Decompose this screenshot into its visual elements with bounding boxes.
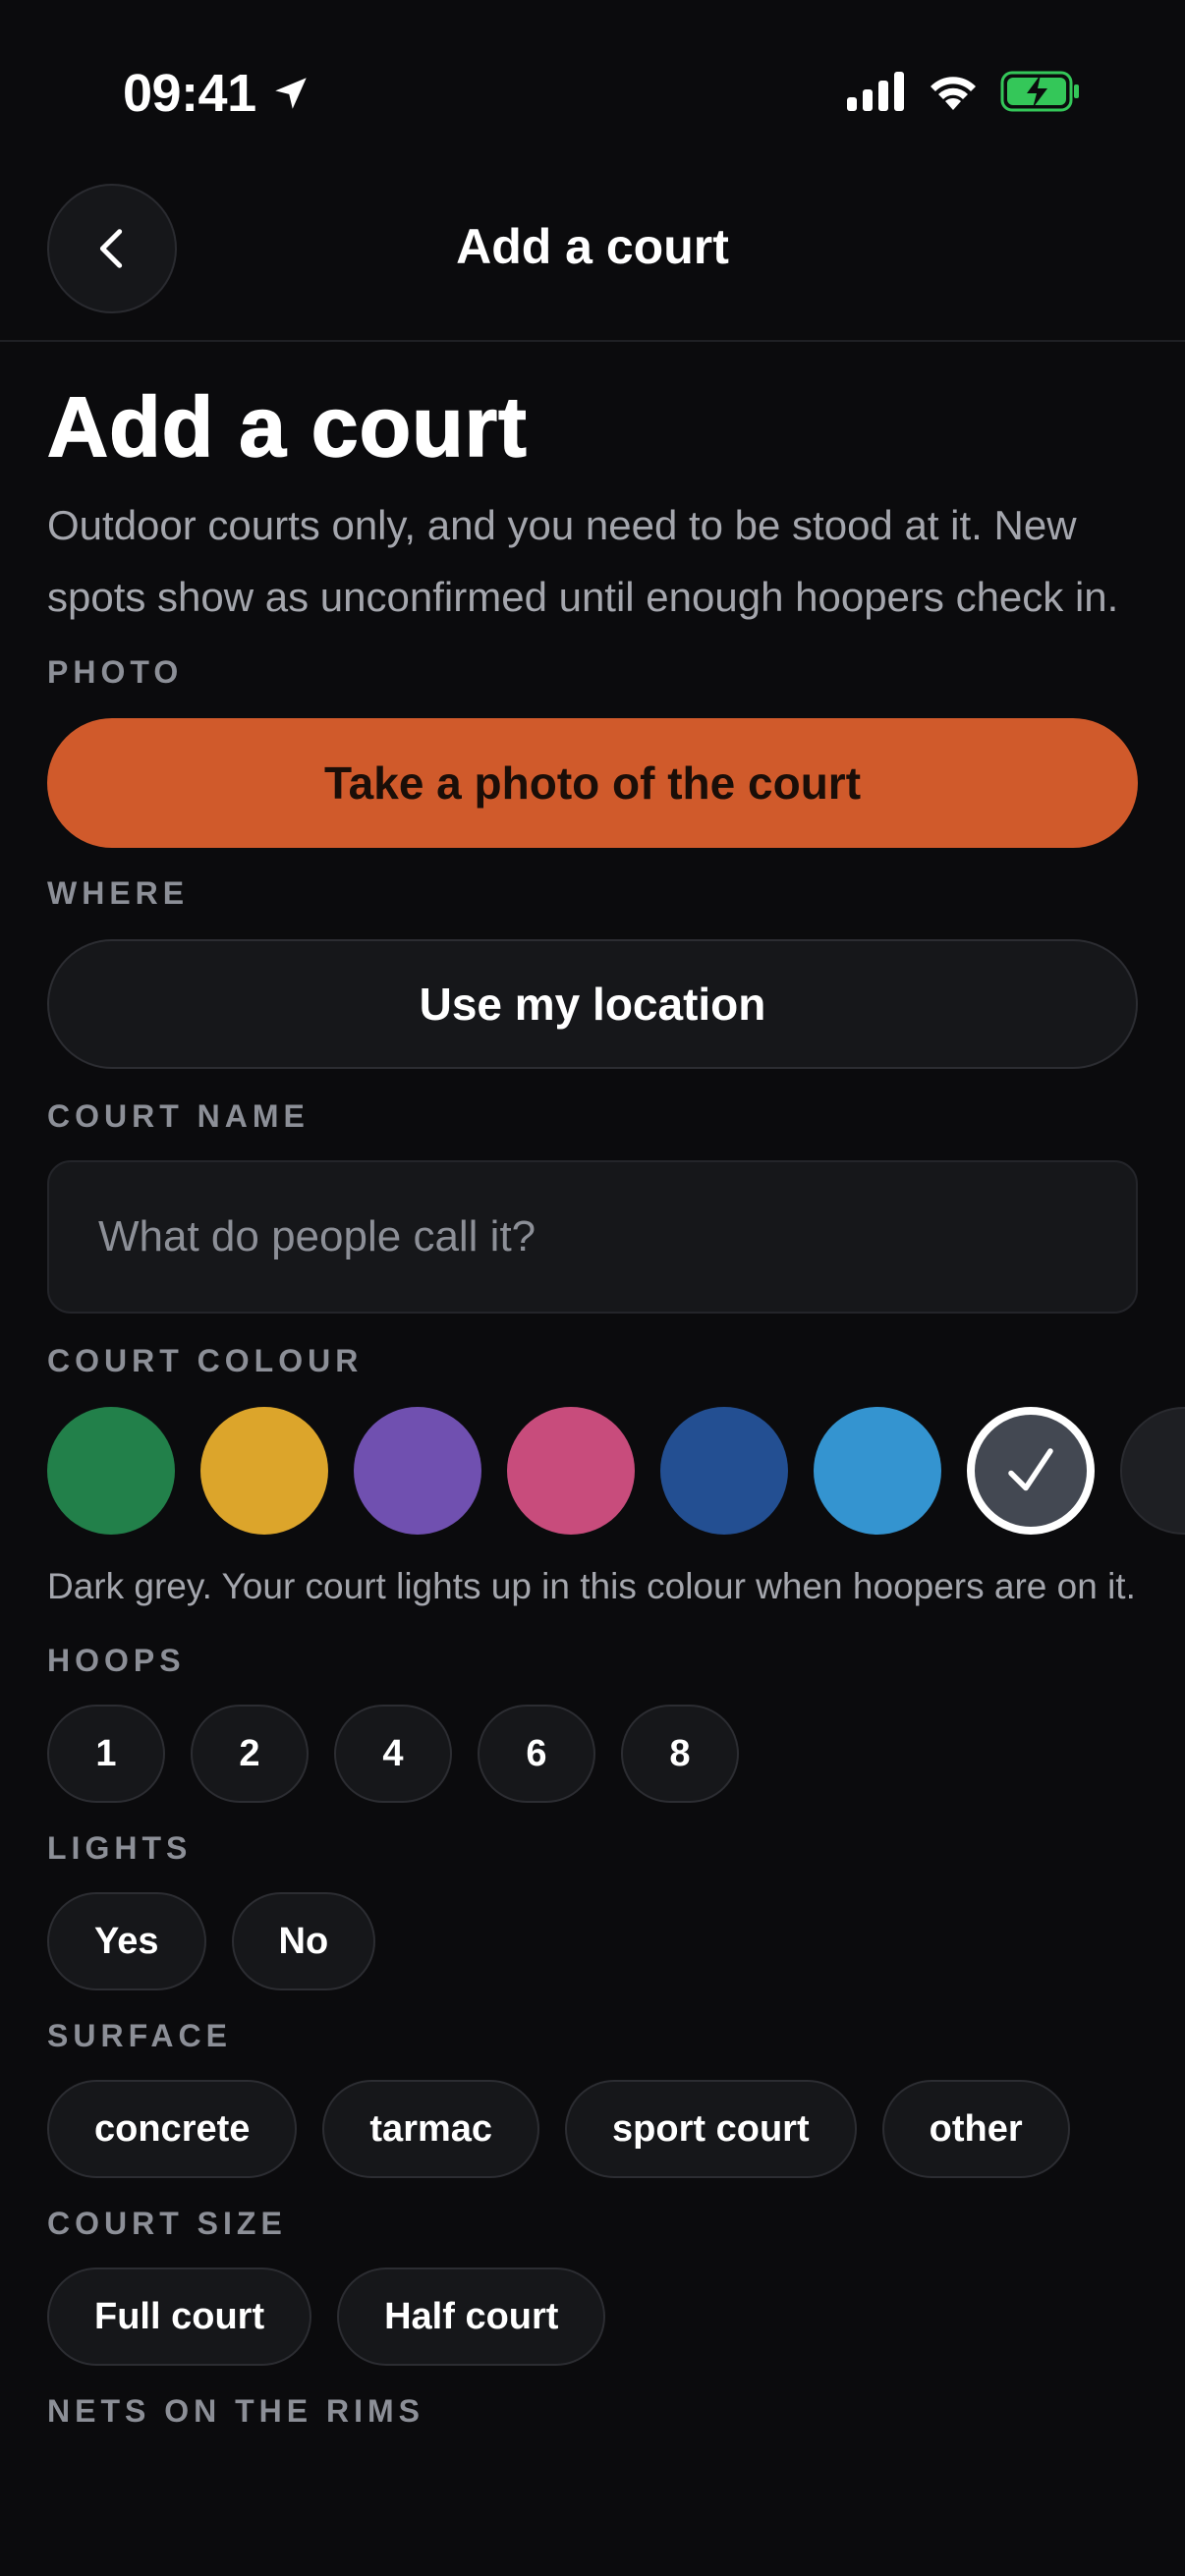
where-label: WHERE [47, 875, 190, 911]
colour-swatch-row [47, 1407, 1185, 1535]
cellular-signal-icon [847, 72, 904, 111]
use-my-location-button[interactable]: Use my location [47, 939, 1138, 1069]
hoops-label: HOOPS [47, 1643, 186, 1678]
battery-charging-icon [1000, 71, 1079, 112]
nets-label: NETS ON THE RIMS [47, 2393, 425, 2429]
checkmark-icon [1008, 1448, 1053, 1491]
colour-swatch-purple[interactable] [354, 1407, 481, 1535]
hoops-option-8[interactable]: 8 [621, 1705, 739, 1803]
surface-option-tarmac[interactable]: tarmac [322, 2080, 540, 2178]
colour-swatch-green[interactable] [47, 1407, 175, 1535]
court-size-option-half[interactable]: Half court [337, 2268, 606, 2366]
court-colour-label: COURT COLOUR [47, 1343, 364, 1378]
location-arrow-icon [274, 78, 307, 109]
status-bar: 09:41 [0, 0, 1185, 177]
hoops-option-1[interactable]: 1 [47, 1705, 165, 1803]
lights-option-yes[interactable]: Yes [47, 1892, 206, 1990]
hoops-option-4[interactable]: 4 [334, 1705, 452, 1803]
add-court-screen: 09:41 Add a court Add a court Outdoor co… [0, 0, 1185, 2576]
lights-label: LIGHTS [47, 1830, 193, 1866]
nav-title: Add a court [456, 219, 729, 274]
hoops-option-6[interactable]: 6 [478, 1705, 595, 1803]
court-name-input[interactable]: What do people call it? [47, 1160, 1138, 1314]
surface-option-sport-court[interactable]: sport court [565, 2080, 857, 2178]
court-size-option-full[interactable]: Full court [47, 2268, 312, 2366]
surface-options: concrete tarmac sport court other [47, 2080, 1138, 2178]
colour-swatch-navy[interactable] [660, 1407, 788, 1535]
colour-help-text: Dark grey. Your court lights up in this … [47, 1566, 1136, 1606]
colour-swatch-pink[interactable] [507, 1407, 635, 1535]
wifi-icon [931, 77, 976, 110]
colour-swatch-dark-grey[interactable] [967, 1407, 1095, 1535]
colour-swatch-yellow[interactable] [200, 1407, 328, 1535]
photo-label: PHOTO [47, 654, 184, 690]
court-size-label: COURT SIZE [47, 2206, 287, 2241]
status-time: 09:41 [123, 63, 311, 124]
colour-swatch-black[interactable] [1120, 1407, 1185, 1535]
court-size-options: Full court Half court [47, 2268, 1138, 2366]
surface-option-other[interactable]: other [881, 2080, 1070, 2178]
surface-label: SURFACE [47, 2018, 232, 2053]
court-name-label: COURT NAME [47, 1098, 310, 1134]
status-time-text: 09:41 [123, 64, 256, 123]
lights-option-no[interactable]: No [231, 1892, 376, 1990]
page-title: Add a court [46, 379, 528, 476]
hoops-option-2[interactable]: 2 [191, 1705, 309, 1803]
form-content: Add a court Outdoor courts only, and you… [46, 373, 1185, 2430]
status-icons [847, 71, 1081, 112]
navigation-bar: Add a court [0, 177, 1185, 342]
page-subtitle: Outdoor courts only, and you need to be … [47, 502, 1119, 620]
colour-swatch-sky-blue[interactable] [814, 1407, 941, 1535]
take-photo-button[interactable]: Take a photo of the court [47, 718, 1138, 848]
surface-option-concrete[interactable]: concrete [47, 2080, 298, 2178]
hoops-options: 1 2 4 6 8 [47, 1705, 1138, 1803]
lights-options: Yes No [47, 1892, 1138, 1990]
